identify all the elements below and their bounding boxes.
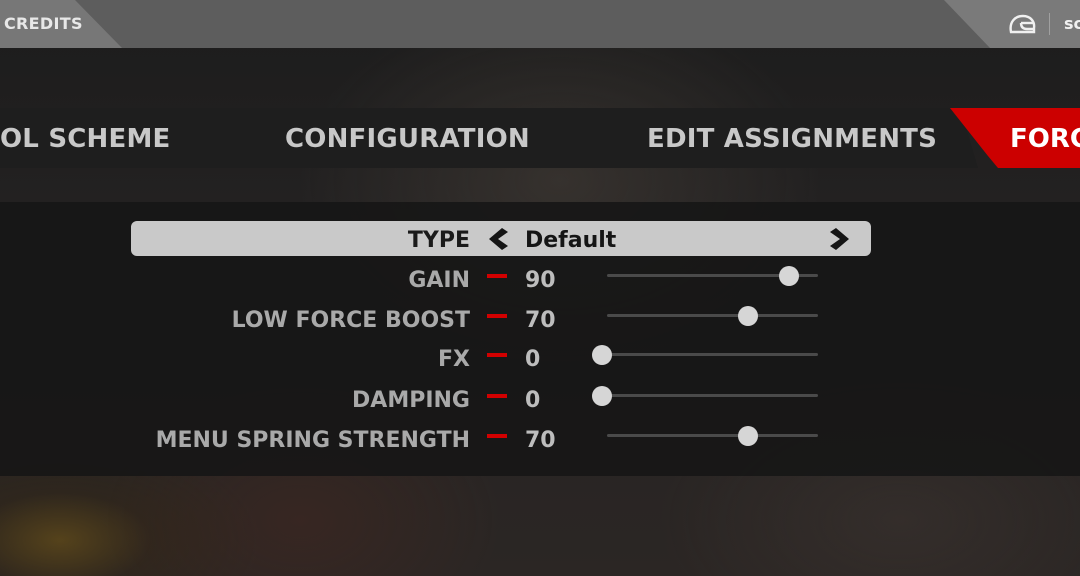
minus-icon[interactable] <box>487 353 507 357</box>
setting-value-gain: 90 <box>525 268 556 293</box>
setting-label-low-force-boost: LOW FORCE BOOST <box>231 308 470 333</box>
setting-value-menu-spring-strength: 70 <box>525 428 556 453</box>
chevron-left-icon[interactable] <box>486 226 508 252</box>
minus-icon[interactable] <box>487 394 507 398</box>
slider-track-menu-spring-strength[interactable] <box>607 434 818 437</box>
tab-force-feedback-label[interactable]: FORC <box>1010 124 1080 154</box>
chevron-right-icon[interactable] <box>830 226 852 252</box>
setting-value-low-force-boost: 70 <box>525 308 556 333</box>
slider-thumb-damping[interactable] <box>592 386 612 406</box>
credits-label[interactable]: CREDITS <box>4 14 83 33</box>
tab-configuration[interactable]: CONFIGURATION <box>285 124 530 154</box>
tab-control-scheme[interactable]: OL SCHEME <box>0 124 170 154</box>
top-divider <box>1049 13 1050 35</box>
slider-thumb-fx[interactable] <box>592 345 612 365</box>
setting-label-menu-spring-strength: MENU SPRING STRENGTH <box>155 428 470 453</box>
setting-value-damping: 0 <box>525 388 541 413</box>
setting-label-fx: FX <box>438 347 470 372</box>
setting-label-gain: GAIN <box>408 268 470 293</box>
minus-icon[interactable] <box>487 434 507 438</box>
slider-track-damping[interactable] <box>607 394 818 397</box>
profile-label[interactable]: sc <box>1064 14 1080 33</box>
slider-track-low-force-boost[interactable] <box>607 314 818 317</box>
type-value: Default <box>525 228 617 253</box>
minus-icon[interactable] <box>487 314 507 318</box>
type-label: TYPE <box>407 228 470 253</box>
setting-value-fx: 0 <box>525 347 541 372</box>
helmet-icon[interactable] <box>1007 12 1037 36</box>
slider-track-fx[interactable] <box>607 353 818 356</box>
top-bar <box>0 0 1080 48</box>
minus-icon[interactable] <box>487 274 507 278</box>
tab-edit-assignments[interactable]: EDIT ASSIGNMENTS <box>647 124 937 154</box>
setting-label-damping: DAMPING <box>352 388 470 413</box>
slider-thumb-low-force-boost[interactable] <box>737 306 758 326</box>
slider-thumb-menu-spring-strength[interactable] <box>737 426 758 446</box>
